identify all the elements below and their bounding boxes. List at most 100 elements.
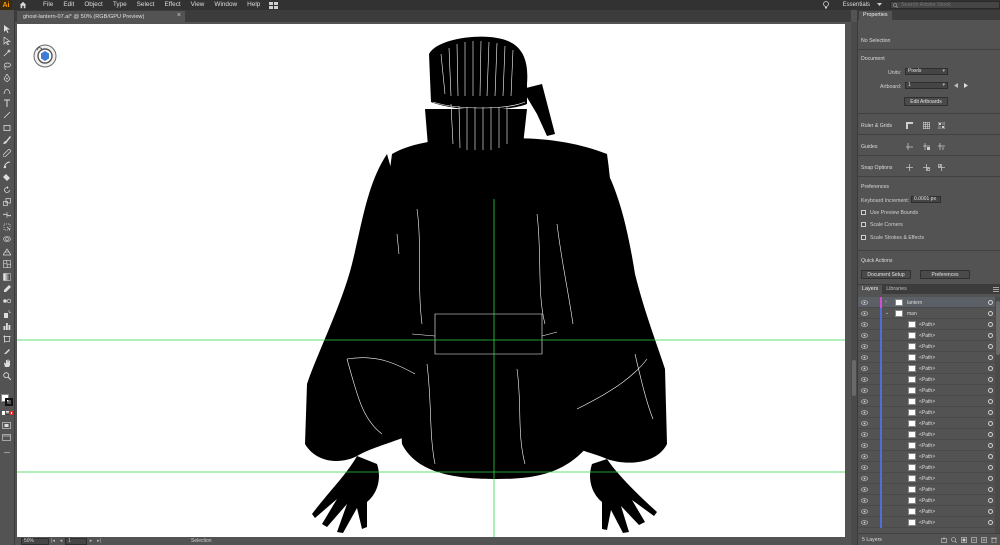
target-icon[interactable] bbox=[988, 388, 993, 393]
export-icon[interactable] bbox=[940, 536, 947, 543]
artboard-number-field[interactable]: 1 bbox=[65, 537, 87, 545]
chevron-down-icon[interactable] bbox=[874, 0, 884, 10]
type-tool-icon[interactable] bbox=[2, 98, 12, 107]
stock-search-box[interactable] bbox=[890, 1, 1000, 9]
target-icon[interactable] bbox=[988, 520, 993, 525]
eye-icon[interactable] bbox=[860, 410, 869, 415]
artboard[interactable] bbox=[17, 24, 845, 537]
slice-tool-icon[interactable] bbox=[2, 346, 12, 355]
paintbrush-icon[interactable] bbox=[2, 136, 12, 145]
layer-row[interactable]: <Path> bbox=[858, 330, 995, 341]
target-icon[interactable] bbox=[988, 355, 993, 360]
eye-icon[interactable] bbox=[860, 311, 869, 316]
close-icon[interactable]: × bbox=[177, 12, 181, 19]
drawing-mode-icon[interactable] bbox=[2, 422, 12, 430]
stock-search-input[interactable] bbox=[901, 2, 991, 8]
hand-tool-icon[interactable] bbox=[2, 359, 12, 368]
layer-row-lantern[interactable]: › lantern bbox=[858, 297, 995, 308]
menu-file[interactable]: File bbox=[38, 0, 58, 10]
layer-row-man[interactable]: ⌄ man bbox=[858, 308, 995, 319]
layer-row[interactable]: <Path> bbox=[858, 319, 995, 330]
color-mode-icons[interactable] bbox=[2, 411, 13, 416]
target-icon[interactable] bbox=[988, 410, 993, 415]
next-artboard-icon[interactable] bbox=[961, 81, 970, 90]
layer-row[interactable]: <Path> bbox=[858, 429, 995, 440]
new-sublayer-icon[interactable] bbox=[970, 536, 977, 543]
target-icon[interactable] bbox=[988, 443, 993, 448]
snap-to-grid-icon[interactable] bbox=[937, 163, 946, 172]
target-icon[interactable] bbox=[988, 311, 993, 316]
perspective-grid-icon[interactable] bbox=[2, 247, 12, 256]
previous-artboard-icon[interactable] bbox=[951, 81, 960, 90]
layers-scrollbar[interactable] bbox=[995, 297, 1000, 533]
layer-row[interactable]: <Path> bbox=[858, 374, 995, 385]
eye-icon[interactable] bbox=[860, 333, 869, 338]
tab-layers[interactable]: Layers bbox=[858, 285, 883, 294]
zoom-tool-icon[interactable] bbox=[2, 371, 12, 380]
target-icon[interactable] bbox=[988, 300, 993, 305]
workspace-label[interactable]: Essentials bbox=[843, 2, 870, 8]
eye-icon[interactable] bbox=[860, 355, 869, 360]
menu-help[interactable]: Help bbox=[242, 0, 265, 10]
home-icon[interactable] bbox=[16, 0, 30, 10]
scrollbar-thumb[interactable] bbox=[996, 301, 1000, 355]
layers-list[interactable]: › lantern ⌄ man <Path> <Path> <Path> <Path> <Pat… bbox=[858, 297, 995, 533]
layer-row[interactable]: <Path> bbox=[858, 506, 995, 517]
layer-row[interactable]: <Path> bbox=[858, 440, 995, 451]
tab-properties[interactable]: Properties bbox=[859, 11, 892, 20]
eye-icon[interactable] bbox=[860, 454, 869, 459]
target-icon[interactable] bbox=[988, 421, 993, 426]
direct-selection-tool-icon[interactable] bbox=[2, 36, 12, 45]
target-icon[interactable] bbox=[988, 344, 993, 349]
scale-corners-checkbox[interactable] bbox=[861, 222, 866, 227]
target-icon[interactable] bbox=[988, 498, 993, 503]
eye-icon[interactable] bbox=[860, 344, 869, 349]
rotate-tool-icon[interactable] bbox=[2, 185, 12, 194]
lasso-icon[interactable] bbox=[2, 61, 12, 70]
artboard-tool-icon[interactable] bbox=[2, 334, 12, 343]
target-icon[interactable] bbox=[988, 465, 993, 470]
trash-icon[interactable] bbox=[990, 536, 997, 543]
tab-libraries[interactable]: Libraries bbox=[882, 285, 911, 294]
pen-tool-icon[interactable] bbox=[2, 74, 12, 83]
clipping-mask-icon[interactable] bbox=[960, 536, 967, 543]
layer-row[interactable]: <Path> bbox=[858, 385, 995, 396]
canvas-area[interactable] bbox=[15, 22, 851, 537]
target-icon[interactable] bbox=[988, 377, 993, 382]
last-artboard-icon[interactable]: ▸| bbox=[95, 538, 103, 545]
eye-icon[interactable] bbox=[860, 399, 869, 404]
screen-mode-icon[interactable] bbox=[2, 434, 12, 442]
target-icon[interactable] bbox=[988, 487, 993, 492]
snap-to-point-icon[interactable] bbox=[905, 163, 914, 172]
menu-edit[interactable]: Edit bbox=[58, 0, 79, 10]
layer-row[interactable]: <Path> bbox=[858, 407, 995, 418]
lock-guides-icon[interactable] bbox=[922, 142, 931, 151]
eraser-icon[interactable] bbox=[2, 173, 12, 182]
artboard-select[interactable]: 1 ▾ bbox=[905, 82, 948, 89]
eye-icon[interactable] bbox=[860, 377, 869, 382]
shape-builder-icon[interactable] bbox=[2, 235, 12, 244]
eye-icon[interactable] bbox=[860, 432, 869, 437]
layer-row[interactable]: <Path> bbox=[858, 451, 995, 462]
menu-window[interactable]: Window bbox=[209, 0, 242, 10]
chevron-right-icon[interactable]: › bbox=[885, 299, 887, 305]
gradient-tool-icon[interactable] bbox=[2, 272, 12, 281]
eye-icon[interactable] bbox=[860, 443, 869, 448]
search-icon[interactable] bbox=[950, 536, 957, 543]
menu-type[interactable]: Type bbox=[108, 0, 132, 10]
preferences-button[interactable]: Preferences bbox=[920, 270, 970, 279]
layer-row[interactable]: <Path> bbox=[858, 418, 995, 429]
snap-to-pixel-icon[interactable] bbox=[922, 163, 931, 172]
zoom-field[interactable]: 50% bbox=[21, 537, 49, 545]
chevron-down-icon[interactable]: ⌄ bbox=[885, 310, 889, 316]
layer-row[interactable]: <Path> bbox=[858, 484, 995, 495]
symbol-sprayer-icon[interactable] bbox=[2, 309, 12, 318]
layer-row[interactable]: <Path> bbox=[858, 341, 995, 352]
target-icon[interactable] bbox=[988, 509, 993, 514]
panel-menu-icon[interactable] bbox=[991, 285, 1000, 294]
ghost-lantern-illustration[interactable] bbox=[17, 24, 845, 537]
layer-row[interactable]: <Path> bbox=[858, 396, 995, 407]
eye-icon[interactable] bbox=[860, 421, 869, 426]
document-setup-button[interactable]: Document Setup bbox=[861, 270, 911, 279]
gpu-performance-icon[interactable] bbox=[33, 44, 57, 68]
